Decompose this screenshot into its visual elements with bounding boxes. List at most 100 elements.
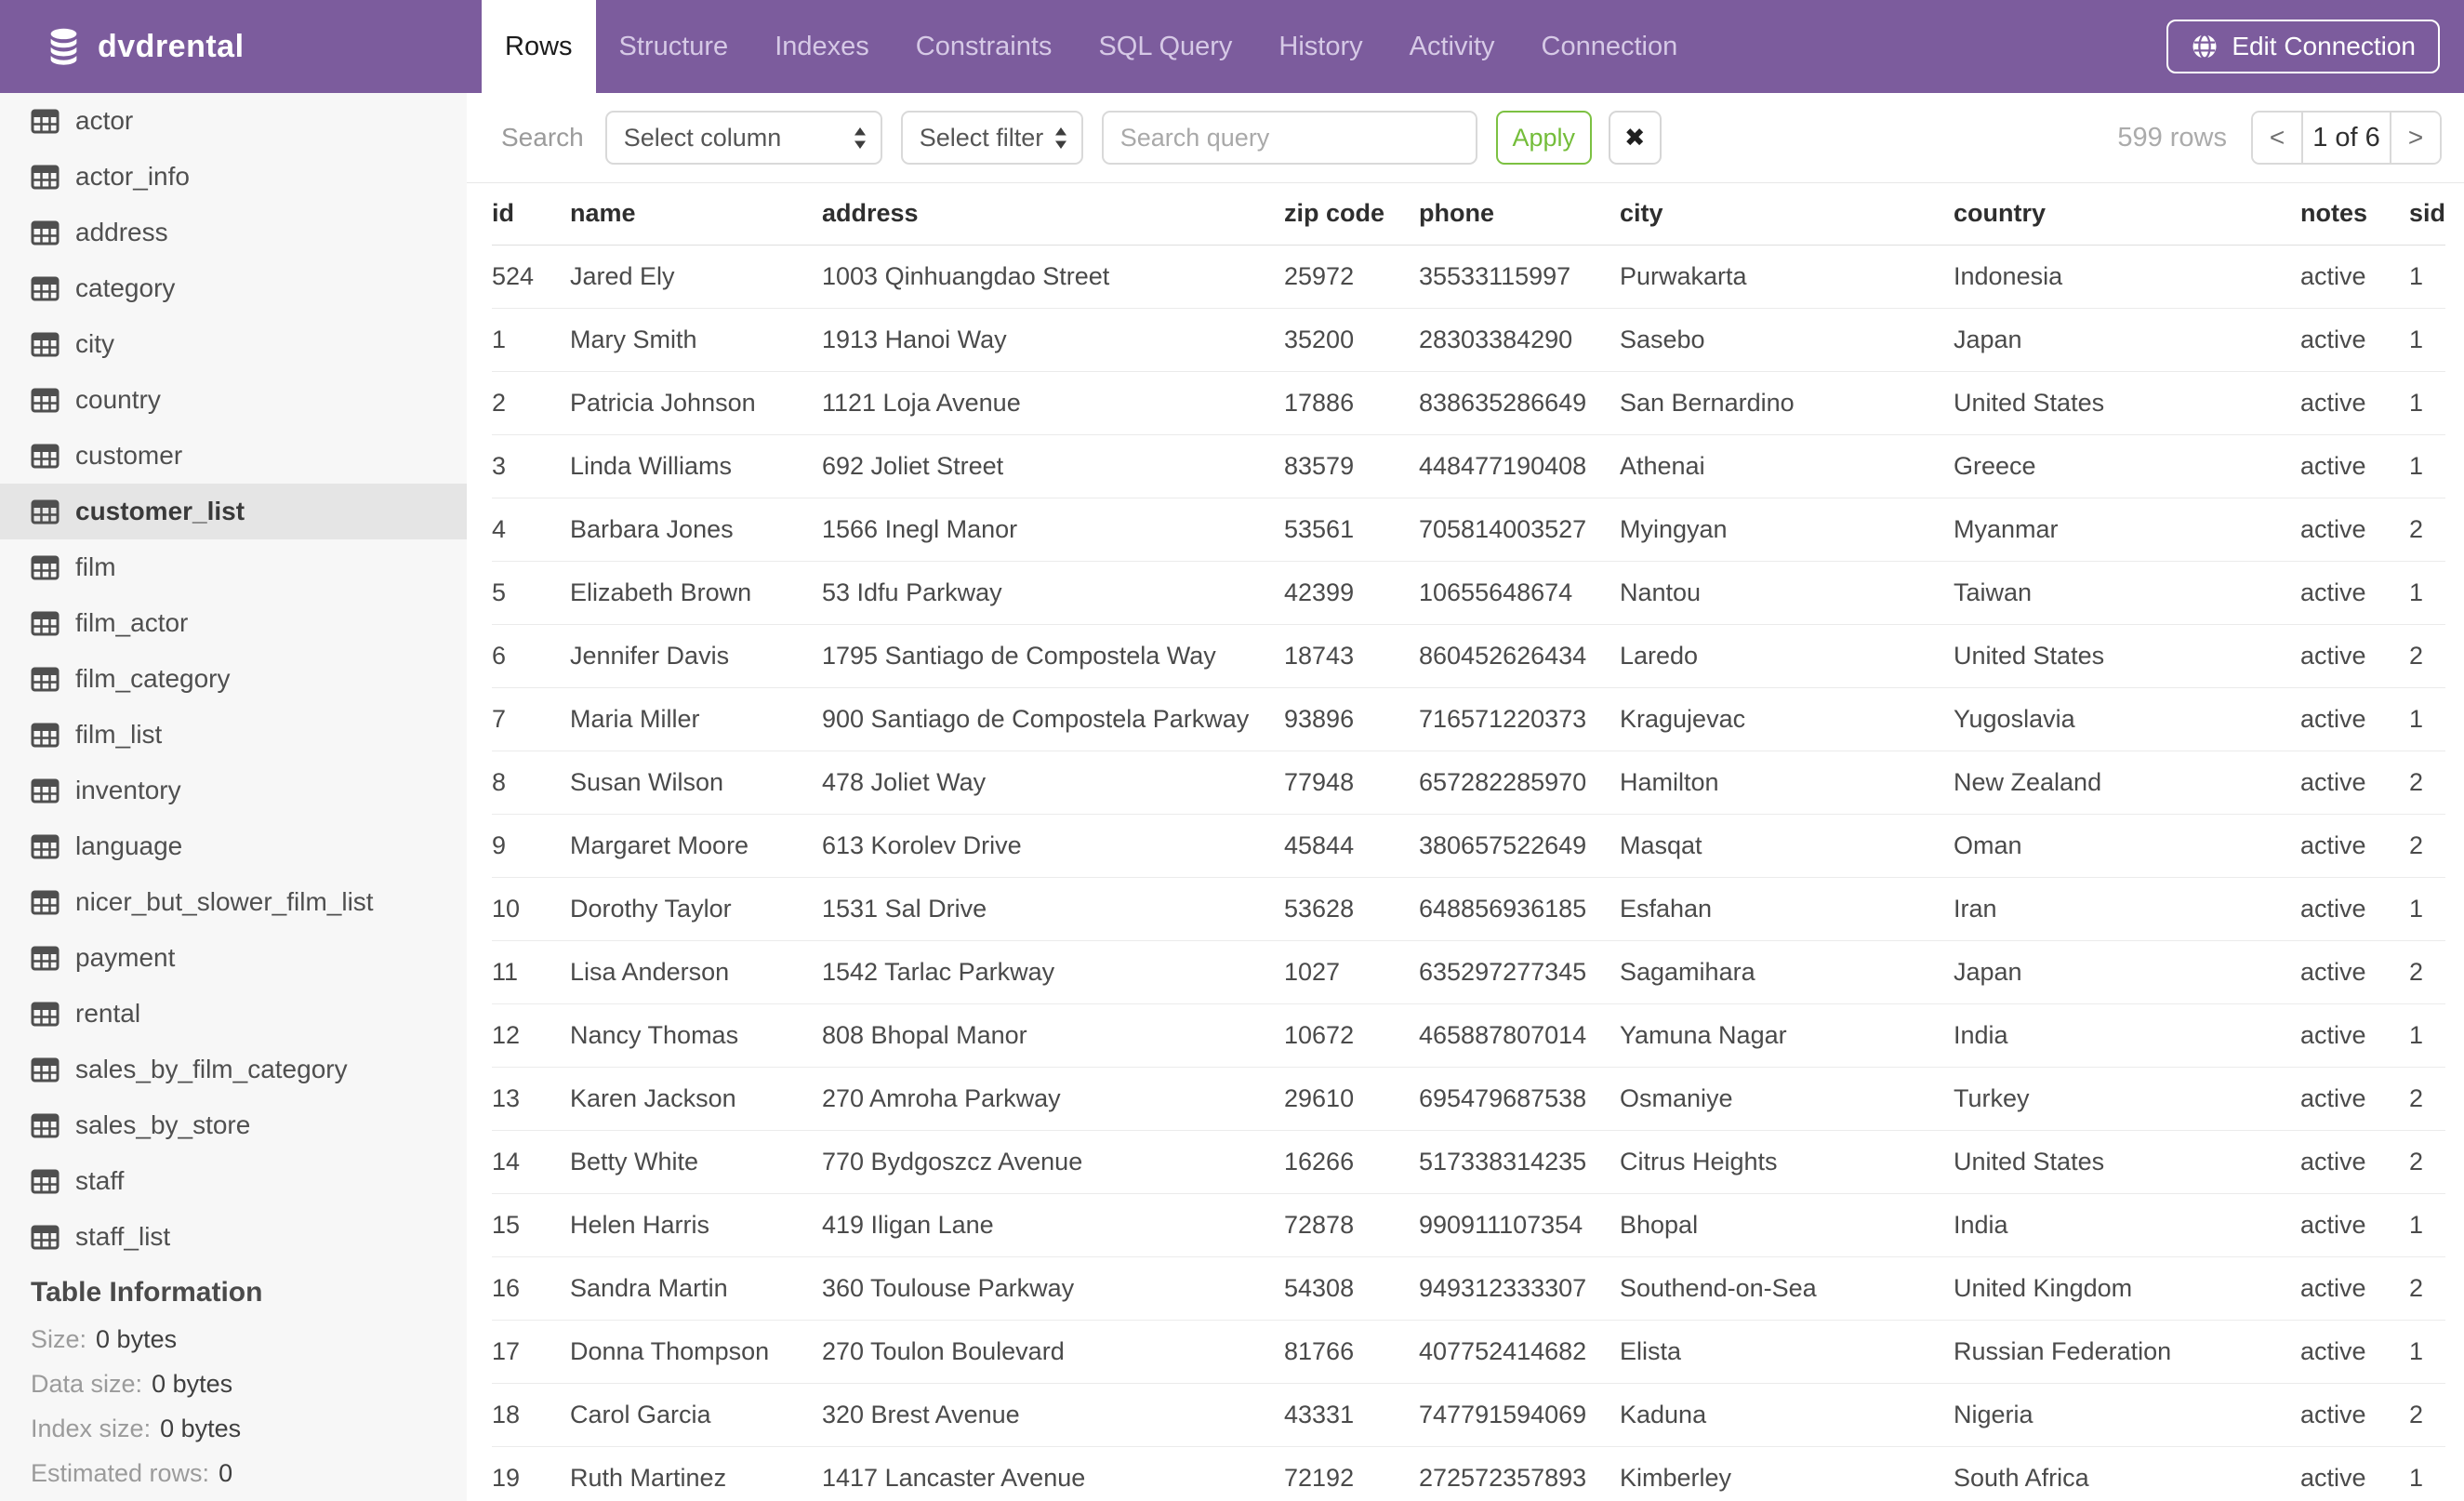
table-name-label: city	[75, 329, 114, 358]
cell-name: Sandra Martin	[570, 1256, 822, 1321]
table-row[interactable]: 18 Carol Garcia 320 Brest Avenue 43331 74779…	[492, 1383, 2445, 1447]
cell-id: 19	[492, 1446, 570, 1501]
table-row[interactable]: 6 Jennifer Davis 1795 Santiago de Composte…	[492, 624, 2445, 688]
cell-city: Esfahan	[1620, 877, 1954, 941]
edit-connection-button[interactable]: Edit Connection	[2166, 20, 2440, 73]
table-row[interactable]: 11 Lisa Anderson 1542 Tarlac Parkway 1027 63…	[492, 940, 2445, 1004]
table-name-label: language	[75, 831, 183, 860]
cell-name: Karen Jackson	[570, 1067, 822, 1131]
info-value: 0	[219, 1458, 233, 1487]
apply-button[interactable]: Apply	[1495, 111, 1592, 165]
sidebar-item-customer_list[interactable]: customer_list	[0, 484, 467, 539]
sidebar-item-film[interactable]: film	[0, 539, 467, 595]
sidebar-item-language[interactable]: language	[0, 818, 467, 874]
sidebar-item-actor_info[interactable]: actor_info	[0, 149, 467, 205]
cell-name: Helen Harris	[570, 1193, 822, 1257]
table-row[interactable]: 3 Linda Williams 692 Joliet Street 83579 448…	[492, 434, 2445, 498]
cell-country: United States	[1954, 371, 2300, 435]
sidebar-item-sales_by_store[interactable]: sales_by_store	[0, 1097, 467, 1153]
clear-search-button[interactable]: ✖	[1608, 111, 1662, 165]
sidebar-item-actor[interactable]: actor	[0, 93, 467, 149]
tab-connection[interactable]: Connection	[1518, 0, 1702, 93]
cell-id: 12	[492, 1003, 570, 1068]
table-info-row: Data size: 0 bytes	[0, 1362, 467, 1406]
table-row[interactable]: 7 Maria Miller 900 Santiago de Compostela …	[492, 687, 2445, 751]
cell-phone: 635297277345	[1419, 940, 1620, 1004]
table-row[interactable]: 10 Dorothy Taylor 1531 Sal Drive 53628 64885…	[492, 877, 2445, 941]
table-row[interactable]: 8 Susan Wilson 478 Joliet Way 77948 65728228…	[492, 750, 2445, 815]
table-row[interactable]: 19 Ruth Martinez 1417 Lancaster Avenue 7219…	[492, 1446, 2445, 1501]
sidebar-item-city[interactable]: city	[0, 316, 467, 372]
cell-name: Betty White	[570, 1130, 822, 1194]
table-icon	[31, 723, 60, 747]
sidebar-item-staff_list[interactable]: staff_list	[0, 1209, 467, 1265]
tab-structure[interactable]: Structure	[596, 0, 752, 93]
column-select[interactable]: Select column	[604, 111, 882, 165]
sidebar-item-address[interactable]: address	[0, 205, 467, 260]
table-name-label: rental	[75, 999, 141, 1028]
cell-sid: 1	[2409, 371, 2445, 435]
cell-notes: active	[2300, 624, 2409, 688]
table-body: 524 Jared Ely 1003 Qinhuangdao Street 25972…	[492, 245, 2445, 1501]
cell-country: Oman	[1954, 814, 2300, 878]
sidebar-item-sales_by_film_category[interactable]: sales_by_film_category	[0, 1042, 467, 1097]
cell-address: 1542 Tarlac Parkway	[822, 940, 1284, 1004]
column-header-zip-code: zip code	[1284, 183, 1419, 246]
table-row[interactable]: 13 Karen Jackson 270 Amroha Parkway 29610 69…	[492, 1067, 2445, 1131]
sidebar-item-staff[interactable]: staff	[0, 1153, 467, 1209]
tab-indexes[interactable]: Indexes	[751, 0, 893, 93]
cell-name: Patricia Johnson	[570, 371, 822, 435]
table-row[interactable]: 17 Donna Thompson 270 Toulon Boulevard 8176…	[492, 1320, 2445, 1384]
sidebar-item-film_list[interactable]: film_list	[0, 707, 467, 763]
table-icon	[31, 890, 60, 914]
table-row[interactable]: 16 Sandra Martin 360 Toulouse Parkway 54308…	[492, 1256, 2445, 1321]
previous-page-button[interactable]: <	[2253, 113, 2301, 163]
header-spacer	[1701, 0, 2166, 93]
cell-city: Kaduna	[1620, 1383, 1954, 1447]
sidebar-item-customer[interactable]: customer	[0, 428, 467, 484]
table-row[interactable]: 1 Mary Smith 1913 Hanoi Way 35200 2830338429…	[492, 308, 2445, 372]
table-name-label: customer	[75, 441, 183, 470]
tab-history[interactable]: History	[1255, 0, 1385, 93]
sidebar-item-inventory[interactable]: inventory	[0, 763, 467, 818]
stepper-icon	[1054, 126, 1066, 149]
sidebar-item-category[interactable]: category	[0, 260, 467, 316]
sidebar-item-rental[interactable]: rental	[0, 986, 467, 1042]
sidebar-item-film_category[interactable]: film_category	[0, 651, 467, 707]
tab-constraints[interactable]: Constraints	[893, 0, 1076, 93]
table-row[interactable]: 5 Elizabeth Brown 53 Idfu Parkway 42399 1065…	[492, 561, 2445, 625]
sidebar-item-film_actor[interactable]: film_actor	[0, 595, 467, 651]
cell-notes: active	[2300, 498, 2409, 562]
table-row[interactable]: 2 Patricia Johnson 1121 Loja Avenue 17886 83…	[492, 371, 2445, 435]
table-name-label: category	[75, 273, 176, 302]
cell-country: India	[1954, 1003, 2300, 1068]
table-row[interactable]: 15 Helen Harris 419 Iligan Lane 72878 990911…	[492, 1193, 2445, 1257]
cell-zip-code: 1027	[1284, 940, 1419, 1004]
cell-name: Carol Garcia	[570, 1383, 822, 1447]
tab-activity[interactable]: Activity	[1386, 0, 1518, 93]
table-name-label: film	[75, 552, 116, 581]
table-row[interactable]: 14 Betty White 770 Bydgoszcz Avenue 16266 51…	[492, 1130, 2445, 1194]
cell-sid: 1	[2409, 1320, 2445, 1384]
search-query-input[interactable]	[1101, 111, 1477, 165]
sidebar-item-nicer_but_slower_film_list[interactable]: nicer_but_slower_film_list	[0, 874, 467, 930]
table-row[interactable]: 524 Jared Ely 1003 Qinhuangdao Street 25972…	[492, 245, 2445, 309]
cell-name: Linda Williams	[570, 434, 822, 498]
cell-country: Nigeria	[1954, 1383, 2300, 1447]
tab-sql-query[interactable]: SQL Query	[1075, 0, 1255, 93]
table-row[interactable]: 4 Barbara Jones 1566 Inegl Manor 53561 70581…	[492, 498, 2445, 562]
tab-rows[interactable]: Rows	[482, 0, 596, 93]
cell-country: India	[1954, 1193, 2300, 1257]
cell-country: Japan	[1954, 940, 2300, 1004]
cell-sid: 1	[2409, 434, 2445, 498]
next-page-button[interactable]: >	[2391, 113, 2440, 163]
sidebar-item-country[interactable]: country	[0, 372, 467, 428]
sidebar-item-payment[interactable]: payment	[0, 930, 467, 986]
cell-notes: active	[2300, 1130, 2409, 1194]
table-row[interactable]: 9 Margaret Moore 613 Korolev Drive 45844 380…	[492, 814, 2445, 878]
cell-notes: active	[2300, 1256, 2409, 1321]
filter-select[interactable]: Select filter	[900, 111, 1083, 165]
cell-id: 3	[492, 434, 570, 498]
search-label: Search	[501, 123, 584, 152]
table-row[interactable]: 12 Nancy Thomas 808 Bhopal Manor 10672 46588…	[492, 1003, 2445, 1068]
